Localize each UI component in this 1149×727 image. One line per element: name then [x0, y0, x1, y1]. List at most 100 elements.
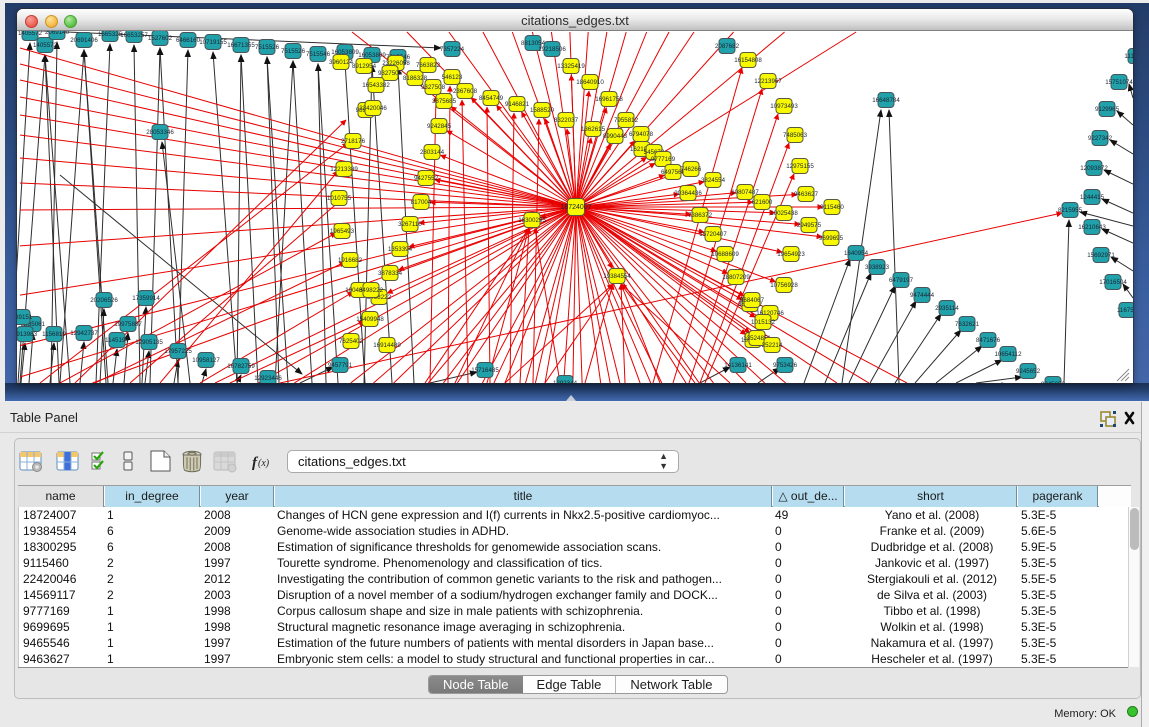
- svg-text:19218506: 19218506: [538, 46, 566, 53]
- svg-text:16154808: 16154808: [734, 57, 762, 64]
- svg-text:9474444: 9474444: [910, 292, 935, 299]
- svg-text:9129965: 9129965: [1095, 106, 1120, 113]
- svg-text:20691406: 20691406: [70, 37, 98, 44]
- svg-text:3938923: 3938923: [865, 264, 890, 271]
- svg-text:15692971: 15692971: [1087, 252, 1115, 259]
- svg-text:16653257: 16653257: [120, 32, 148, 39]
- svg-text:2803144: 2803144: [420, 149, 445, 156]
- svg-text:7485063: 7485063: [783, 132, 808, 139]
- svg-text:8186328: 8186328: [403, 75, 428, 82]
- svg-text:16914489: 16914489: [373, 342, 401, 349]
- svg-text:16671355: 16671355: [227, 42, 255, 49]
- svg-text:19975887: 19975887: [114, 321, 142, 328]
- svg-text:546123: 546123: [442, 74, 463, 81]
- svg-text:2069140: 2069140: [45, 31, 70, 36]
- svg-text:16782759: 16782759: [227, 363, 255, 370]
- svg-text:7386372: 7386372: [688, 212, 713, 219]
- svg-text:1010755: 1010755: [327, 195, 352, 202]
- svg-text:1145194: 1145194: [105, 337, 129, 344]
- svg-text:20364436: 20364436: [674, 190, 702, 197]
- svg-text:3824554: 3824554: [701, 177, 726, 184]
- svg-text:1292344: 1292344: [553, 380, 578, 383]
- svg-text:7515546: 7515546: [306, 51, 331, 58]
- svg-text:1665325: 1665325: [98, 31, 123, 38]
- svg-text:10025438: 10025438: [770, 210, 798, 217]
- svg-text:16543382: 16543382: [362, 82, 390, 89]
- svg-text:10756928: 10756928: [770, 282, 798, 289]
- svg-text:10958127: 10958127: [192, 357, 220, 364]
- svg-text:10654112: 10654112: [994, 351, 1022, 358]
- svg-text:12213967: 12213967: [754, 78, 782, 85]
- svg-text:1015132: 1015132: [751, 319, 776, 326]
- svg-text:28053346: 28053346: [146, 129, 174, 136]
- svg-text:12905135: 12905135: [135, 339, 163, 346]
- svg-text:8322037: 8322037: [554, 117, 579, 124]
- svg-text:18300295: 18300295: [518, 217, 546, 224]
- svg-text:20206526: 20206526: [90, 297, 118, 304]
- svg-text:17957225: 17957225: [164, 348, 192, 355]
- svg-text:10719155: 10719155: [199, 39, 227, 46]
- svg-text:15720407: 15720407: [699, 231, 727, 238]
- svg-text:19654923: 19654923: [777, 251, 805, 258]
- svg-text:7955812: 7955812: [614, 117, 639, 124]
- svg-text:9245652: 9245652: [1016, 368, 1041, 375]
- svg-text:10973493: 10973493: [770, 103, 798, 110]
- svg-text:17359914: 17359914: [132, 295, 160, 302]
- svg-text:8215955: 8215955: [1058, 207, 1083, 214]
- svg-text:7515526: 7515526: [281, 48, 306, 55]
- svg-text:13325419: 13325419: [557, 63, 585, 70]
- svg-text:9227342: 9227342: [1088, 135, 1113, 142]
- svg-text:2949575: 2949575: [797, 222, 822, 229]
- svg-text:8990443: 8990443: [603, 133, 628, 140]
- svg-text:7663822: 7663822: [416, 62, 441, 69]
- svg-text:1527602: 1527602: [148, 35, 173, 42]
- svg-text:9699695: 9699695: [819, 235, 844, 242]
- svg-text:14136141: 14136141: [724, 362, 752, 369]
- svg-text:(x): (x): [258, 458, 270, 469]
- svg-text:9245652: 9245652: [1041, 381, 1066, 383]
- svg-text:12975155: 12975155: [786, 163, 814, 170]
- svg-text:12213389: 12213389: [330, 166, 358, 173]
- svg-text:1405572: 1405572: [18, 31, 43, 37]
- svg-text:3875685: 3875685: [432, 98, 457, 105]
- svg-text:16648784: 16648784: [872, 97, 900, 104]
- svg-text:1588520: 1588520: [530, 107, 555, 114]
- svg-text:1244415: 1244415: [1080, 194, 1105, 201]
- svg-text:9427552: 9427552: [414, 175, 439, 182]
- svg-text:3960124: 3960124: [329, 59, 354, 66]
- svg-text:7515526: 7515526: [255, 44, 280, 51]
- svg-text:9457791: 9457791: [328, 362, 353, 369]
- svg-text:1362615: 1362615: [581, 126, 606, 133]
- svg-text:1405572: 1405572: [33, 42, 58, 49]
- svg-text:6466160: 6466160: [176, 37, 201, 44]
- svg-text:2935114: 2935114: [935, 305, 959, 312]
- svg-text:3878334: 3878334: [378, 270, 403, 277]
- svg-text:939151: 939151: [17, 314, 33, 321]
- svg-text:1156819: 1156819: [42, 331, 66, 338]
- svg-text:10688609: 10688609: [711, 251, 739, 258]
- svg-text:18640910: 18640910: [576, 79, 604, 86]
- svg-text:18724007: 18724007: [560, 204, 591, 211]
- svg-text:15409948: 15409948: [356, 316, 384, 323]
- svg-text:9327508: 9327508: [421, 84, 446, 91]
- svg-text:3498222: 3498222: [359, 287, 384, 294]
- svg-text:18807209: 18807209: [722, 274, 750, 281]
- svg-text:9753426: 9753426: [773, 362, 798, 369]
- svg-text:9115460: 9115460: [820, 204, 844, 211]
- svg-text:12093872: 12093872: [1080, 165, 1108, 172]
- svg-text:9242845: 9242845: [427, 123, 452, 130]
- svg-text:1640954: 1640954: [844, 250, 869, 257]
- svg-text:7625402: 7625402: [339, 338, 364, 345]
- svg-text:6794078: 6794078: [629, 131, 654, 138]
- svg-text:1916682: 1916682: [338, 257, 363, 264]
- svg-text:9684067: 9684067: [740, 297, 765, 304]
- svg-text:3913983: 3913983: [17, 331, 38, 338]
- svg-text:1965493: 1965493: [330, 228, 355, 235]
- svg-text:8471676: 8471676: [976, 337, 1001, 344]
- svg-text:9777169: 9777169: [651, 156, 676, 163]
- svg-text:7357224: 7357224: [440, 46, 465, 53]
- svg-text:9327505: 9327505: [378, 70, 403, 77]
- svg-text:12942737: 12942737: [70, 330, 98, 337]
- svg-text:252214: 252214: [762, 342, 783, 349]
- svg-text:1117433: 1117433: [1124, 53, 1133, 60]
